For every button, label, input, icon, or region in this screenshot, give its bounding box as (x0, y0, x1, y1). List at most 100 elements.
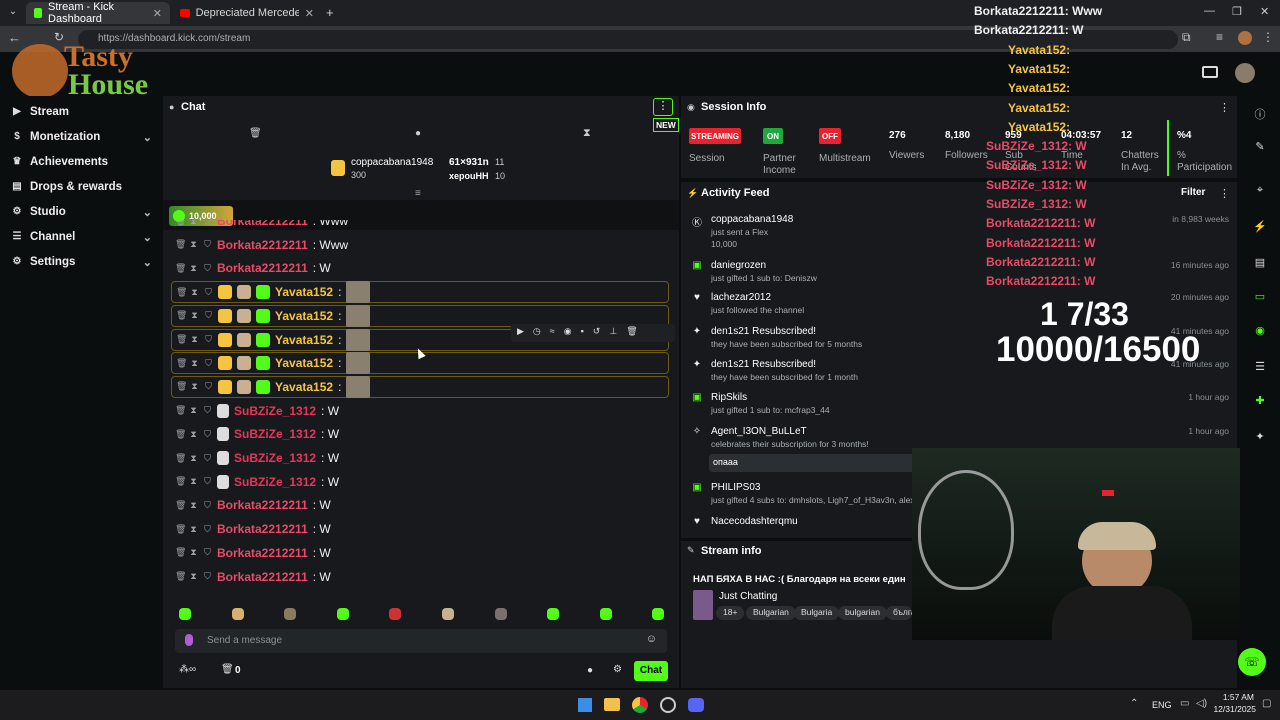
chat-message[interactable]: 🗑 ⧗ ⛉ SuBZiZe_1312: W (175, 400, 339, 422)
tab-youtube-video[interactable]: Depreciated Mercedes AMGs a ✕ (172, 2, 322, 24)
chat-message[interactable]: 🗑 ⧗ ⛉ SuBZiZe_1312: W (175, 423, 339, 445)
message-input[interactable]: Send a message ☺ (175, 629, 667, 653)
support-chat-button[interactable]: ☏ (1238, 648, 1266, 676)
timeout-icon[interactable]: ⧗ (189, 500, 198, 511)
event-username[interactable]: lachezar2012 (711, 292, 771, 303)
close-tab-icon[interactable]: ✕ (153, 7, 162, 20)
message-username[interactable]: Yavata152 (275, 309, 333, 323)
users-infinity-icon[interactable]: ⁂∞ (179, 664, 196, 675)
timeout-icon[interactable]: ◷ (533, 326, 541, 340)
message-username[interactable]: Yavata152 (275, 285, 333, 299)
sidebar-item-channel[interactable]: ☰ Channel ⌄ (12, 227, 152, 247)
send-chat-button[interactable]: Chat (634, 661, 668, 681)
screenshot-icon[interactable]: ⌖ (1252, 184, 1268, 200)
timeout-icon[interactable]: ⧗ (190, 334, 199, 345)
chat-message[interactable]: 🗑 ⧗ ⛉ Yavata152: (171, 281, 669, 304)
tab-list-icon[interactable]: ⌄ (6, 6, 20, 20)
delete-message-icon[interactable]: 🗑 (175, 405, 186, 416)
event-username[interactable]: Nacecodashterqmu (711, 516, 798, 527)
ban-icon[interactable]: ⛉ (203, 571, 212, 582)
timeout-icon[interactable]: ⧗ (189, 239, 198, 250)
collapse-icon[interactable]: ≡ (415, 188, 421, 199)
chat-menu-button[interactable]: ⋮ (653, 98, 673, 116)
ban-icon[interactable]: ⛉ (204, 310, 213, 321)
ban-icon[interactable]: ⛉ (203, 453, 212, 464)
emote-icon[interactable] (336, 608, 349, 620)
event-username[interactable]: den1s21 Resubscribed! (711, 326, 816, 337)
ban-icon[interactable]: ⛉ (203, 405, 212, 416)
display-icon[interactable] (1202, 66, 1218, 78)
timeout-icon[interactable]: ⧗ (189, 571, 198, 582)
trash-icon[interactable]: 🗑 (221, 664, 234, 675)
network-icon[interactable]: ▭ (1180, 698, 1189, 709)
delete-message-icon[interactable]: 🗑 (175, 429, 186, 440)
activity-event[interactable]: ▣ RipSkils just gifted 1 sub to: mcfrap3_4… (689, 392, 1229, 422)
timeout-icon[interactable]: ⧗ (189, 220, 198, 227)
extensions-icon[interactable]: ⧉ (1182, 30, 1191, 45)
delete-message-icon[interactable]: 🗑 (175, 500, 186, 511)
message-username[interactable]: Borkata2212211 (217, 498, 308, 512)
ban-icon[interactable]: ⛉ (204, 381, 213, 392)
activity-event[interactable]: Ⓚcoppacabana1948 just sent a Flex 10,000 in… (689, 214, 1229, 249)
info-icon[interactable]: ⓘ (1252, 106, 1268, 122)
reply-icon[interactable]: ◉ (564, 326, 572, 340)
chat-bubble-icon[interactable]: ● (587, 665, 593, 676)
pin-icon[interactable]: ⊥ (609, 326, 617, 340)
timeout-icon[interactable]: ⧗ (189, 405, 198, 416)
event-username[interactable]: RipSkils (711, 392, 747, 403)
settings-icon[interactable]: ⚙ (613, 664, 622, 675)
clipboard-icon[interactable]: ▤ (1252, 256, 1268, 272)
slow-mode-icon[interactable]: ≈ (550, 326, 555, 340)
message-username[interactable]: Borkata2212211 (217, 522, 308, 536)
broadcast-icon[interactable]: ◉ (1252, 324, 1268, 340)
delete-message-icon[interactable]: 🗑 (176, 287, 187, 298)
message-username[interactable]: SuBZiZe_1312 (234, 451, 316, 465)
chat-message[interactable]: 🗑 ⧗ ⛉ SuBZiZe_1312: W (175, 471, 339, 493)
ban-icon[interactable]: ⛉ (203, 476, 212, 487)
chat-message[interactable]: 🗑 ⧗ ⛉ Borkata2212211: W (175, 566, 331, 588)
copy-icon[interactable]: ▪ (581, 326, 584, 340)
delete-message-icon[interactable]: 🗑 (175, 453, 186, 464)
timeout-icon[interactable]: ⧗ (189, 524, 198, 535)
message-username[interactable]: SuBZiZe_1312 (234, 475, 316, 489)
timeout-icon[interactable]: ⧗ (190, 358, 199, 369)
timeout-icon[interactable]: ⧗ (189, 453, 198, 464)
emote-icon[interactable] (389, 608, 402, 620)
windows-start-icon[interactable] (578, 698, 592, 712)
bolt-icon[interactable]: ⚡ (1252, 220, 1268, 236)
profile-avatar[interactable] (1238, 31, 1252, 45)
event-username[interactable]: PHILIPS03 (711, 482, 760, 493)
message-username[interactable]: Yavata152 (275, 356, 333, 370)
emote-icon[interactable] (652, 608, 665, 620)
sidebar-item-settings[interactable]: ⚙ Settings ⌄ (12, 252, 152, 272)
message-username[interactable]: Borkata2212211 (217, 220, 308, 228)
chat-message[interactable]: 🗑 ⧗ ⛉ Borkata2212211: Www (175, 234, 348, 256)
chat-message[interactable]: 🗑 ⧗ ⛉ Borkata2212211: Www (175, 220, 348, 232)
event-username[interactable]: coppacabana1948 (711, 214, 793, 225)
hourglass-icon[interactable]: ⧗ (583, 127, 591, 140)
delete-message-icon[interactable]: 🗑 (175, 571, 186, 582)
discord-icon[interactable] (688, 698, 704, 712)
wrench-icon[interactable]: ✚ (1252, 394, 1268, 410)
timeout-icon[interactable]: ⧗ (190, 381, 199, 392)
message-username[interactable]: Borkata2212211 (217, 238, 308, 252)
volume-icon[interactable]: ◁) (1196, 698, 1207, 709)
message-username[interactable]: Borkata2212211 (217, 261, 308, 275)
ban-icon[interactable]: ⛉ (203, 263, 212, 274)
message-username[interactable]: Borkata2212211 (217, 570, 308, 584)
activity-menu-icon[interactable]: ⋮ (1219, 187, 1230, 200)
message-username[interactable]: Yavata152 (275, 333, 333, 347)
user-avatar[interactable] (1235, 63, 1255, 83)
mic-icon[interactable] (185, 634, 193, 646)
message-username[interactable]: Borkata2212211 (217, 546, 308, 560)
sidebar-item-achievements[interactable]: ♛ Achievements (12, 152, 152, 172)
emote-icon[interactable] (179, 608, 191, 620)
activity-event[interactable]: ▣ daniegrozen just gifted 1 sub to: Denisz… (689, 260, 1229, 290)
activity-event[interactable]: ♥ lachezar2012 just followed the channel 20… (689, 292, 1229, 322)
close-tab-icon[interactable]: ✕ (305, 7, 314, 20)
emote-icon[interactable] (231, 608, 244, 620)
emote-icon[interactable] (547, 608, 560, 620)
sidebar-item-monetization[interactable]: $ Monetization ⌄ (12, 127, 152, 147)
minimize-icon[interactable]: — (1204, 5, 1215, 17)
timeout-icon[interactable]: ⧗ (189, 476, 198, 487)
